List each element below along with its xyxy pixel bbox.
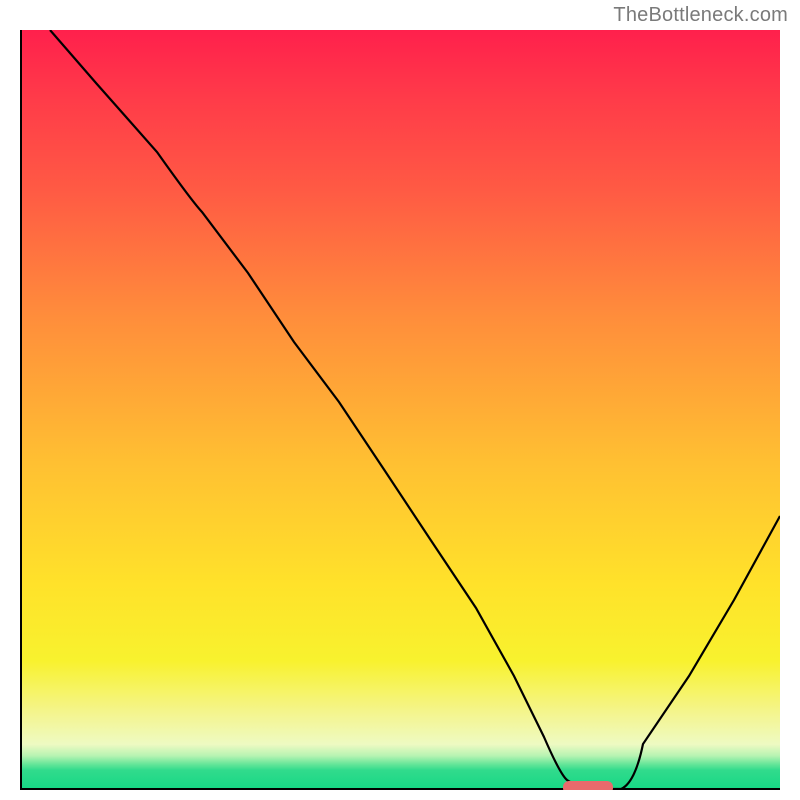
bottleneck-chart bbox=[20, 30, 780, 790]
attribution-label: TheBottleneck.com bbox=[613, 4, 788, 27]
optimal-marker bbox=[563, 781, 613, 790]
chart-container: TheBottleneck.com bbox=[0, 0, 800, 800]
